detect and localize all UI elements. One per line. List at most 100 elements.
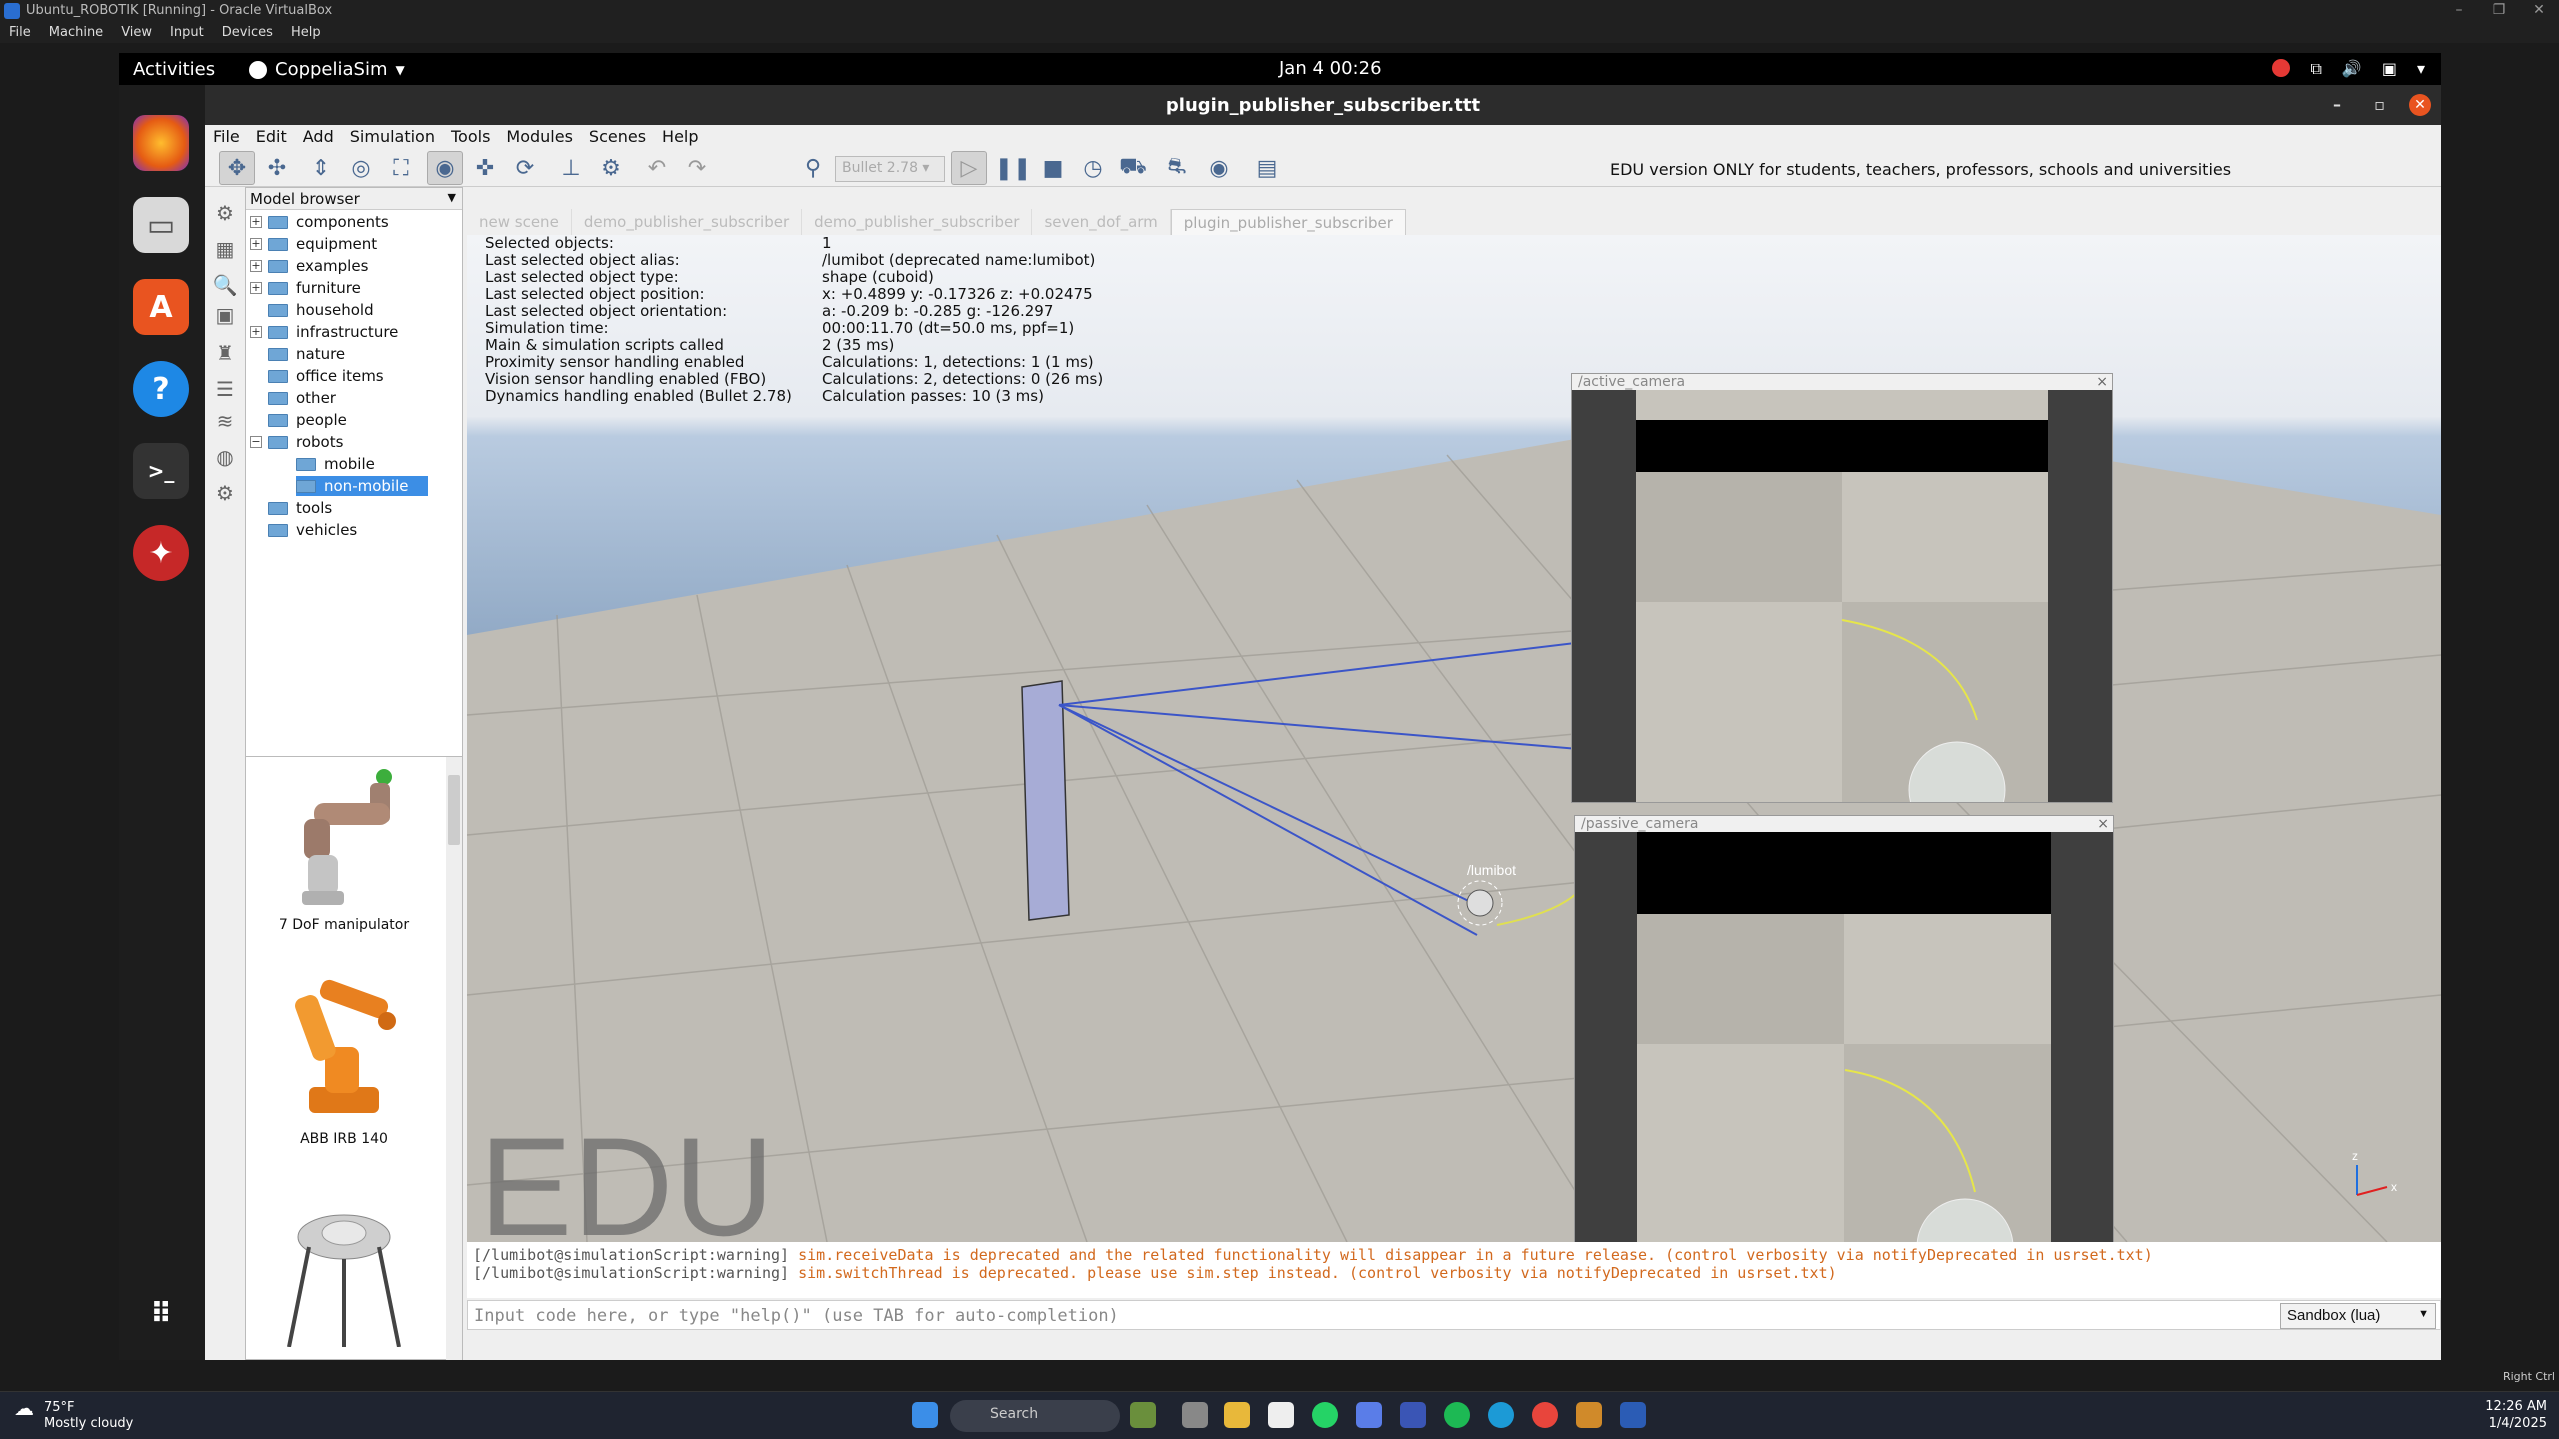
- camera-rotate-icon[interactable]: ✣: [259, 151, 295, 185]
- firefox-icon[interactable]: [133, 115, 189, 171]
- host-menu-help[interactable]: Help: [282, 25, 330, 40]
- redo-icon[interactable]: ↷: [679, 151, 715, 185]
- camera-angle-icon[interactable]: ◎: [343, 151, 379, 185]
- expand-icon[interactable]: +: [250, 216, 262, 228]
- task-view-icon[interactable]: [1182, 1402, 1208, 1428]
- pause-simulation-icon[interactable]: ❚❚: [995, 151, 1032, 185]
- tree-item-household[interactable]: household: [268, 300, 374, 320]
- terminal-icon[interactable]: >_: [133, 443, 189, 499]
- coppeliasim-dock-icon[interactable]: ✦: [133, 525, 189, 581]
- tree-item-non-mobile[interactable]: non-mobile: [296, 476, 429, 496]
- real-time-icon[interactable]: ◷: [1075, 151, 1111, 185]
- close-icon[interactable]: ×: [2097, 816, 2109, 832]
- object-shift-icon[interactable]: ✜: [467, 151, 503, 185]
- visual-studio-icon[interactable]: [1400, 1402, 1426, 1428]
- command-input[interactable]: Input code here, or type "help()" (use T…: [467, 1300, 2441, 1330]
- menu-scenes[interactable]: Scenes: [581, 127, 654, 146]
- expand-icon[interactable]: +: [250, 282, 262, 294]
- tree-item-tools[interactable]: tools: [268, 498, 332, 518]
- floating-view-titlebar[interactable]: /active_camera ×: [1572, 374, 2112, 390]
- store-icon[interactable]: [1268, 1402, 1294, 1428]
- physics-engine-select[interactable]: Bullet 2.78 ▾: [835, 156, 945, 182]
- file-explorer-icon[interactable]: [1224, 1402, 1250, 1428]
- host-menu-view[interactable]: View: [112, 25, 161, 40]
- host-menu-file[interactable]: File: [0, 25, 40, 40]
- tree-item-infrastructure[interactable]: + infrastructure: [250, 322, 398, 342]
- app-icon[interactable]: [1576, 1402, 1602, 1428]
- camera-pan-icon[interactable]: ✥: [219, 151, 255, 185]
- restore-button[interactable]: ❐: [2479, 0, 2519, 21]
- taskbar-search[interactable]: Search: [950, 1400, 1120, 1432]
- model-thumbnail[interactable]: ABB IRB 140: [246, 977, 442, 1147]
- edge-icon[interactable]: [1488, 1402, 1514, 1428]
- video-recorder-icon[interactable]: ◍: [211, 443, 239, 471]
- passive-camera-view[interactable]: /passive_camera ×: [1574, 815, 2114, 1242]
- model-thumbnail[interactable]: 7 DoF manipulator: [246, 763, 442, 933]
- menu-simulation[interactable]: Simulation: [342, 127, 443, 146]
- tree-item-nature[interactable]: nature: [268, 344, 345, 364]
- menu-file[interactable]: File: [205, 127, 248, 146]
- script-language-select[interactable]: Sandbox (lua) ▼: [2280, 1303, 2436, 1329]
- copilot-icon[interactable]: [1356, 1402, 1382, 1428]
- scrollbar-thumb[interactable]: [448, 775, 460, 845]
- system-clock[interactable]: 12:26 AM 1/4/2025: [2485, 1398, 2547, 1432]
- tab-new-scene[interactable]: new scene: [467, 209, 572, 235]
- chrome-icon[interactable]: [1532, 1402, 1558, 1428]
- tree-item-furniture[interactable]: + furniture: [250, 278, 361, 298]
- expand-icon[interactable]: +: [250, 238, 262, 250]
- tree-item-examples[interactable]: + examples: [250, 256, 368, 276]
- user-settings-icon[interactable]: ⚙: [211, 479, 239, 507]
- tree-item-equipment[interactable]: + equipment: [250, 234, 377, 254]
- collapse-icon[interactable]: −: [250, 436, 262, 448]
- model-browser-header[interactable]: Model browser ▼: [246, 188, 462, 210]
- scene-viewport[interactable]: EDU /lumibot z x Selected objects: 1 Las…: [467, 235, 2441, 1242]
- weather-widget[interactable]: ☁ 75°F Mostly cloudy: [14, 1398, 133, 1432]
- click-selection-icon[interactable]: ◉: [427, 151, 463, 185]
- tree-item-vehicles[interactable]: vehicles: [268, 520, 357, 540]
- assemble-icon[interactable]: ⊥: [553, 151, 589, 185]
- system-tray[interactable]: ⧉ 🔊 ▣ ▾: [2272, 59, 2425, 79]
- calculation-modules-icon[interactable]: ▣: [211, 301, 239, 329]
- collections-icon[interactable]: ♜: [211, 339, 239, 367]
- menu-add[interactable]: Add: [295, 127, 342, 146]
- whatsapp-icon[interactable]: [1312, 1402, 1338, 1428]
- visualization-icon[interactable]: ◉: [1201, 151, 1237, 185]
- tab-demo-publisher-subscriber[interactable]: demo_publisher_subscriber: [572, 209, 803, 235]
- menu-help[interactable]: Help: [654, 127, 706, 146]
- tree-item-components[interactable]: + components: [250, 212, 389, 232]
- speed-up-icon[interactable]: ⛐: [1159, 151, 1195, 185]
- host-menu-input[interactable]: Input: [161, 25, 213, 40]
- transfer-dna-icon[interactable]: ⚙: [593, 151, 629, 185]
- software-center-icon[interactable]: A: [133, 279, 189, 335]
- activities-button[interactable]: Activities: [133, 59, 215, 80]
- expand-icon[interactable]: +: [250, 260, 262, 272]
- fit-to-view-icon[interactable]: ⛶: [383, 151, 419, 185]
- tab-plugin-publisher-subscriber[interactable]: plugin_publisher_subscriber: [1170, 209, 1406, 235]
- widget-image-icon[interactable]: [1130, 1402, 1156, 1428]
- menu-edit[interactable]: Edit: [248, 127, 295, 146]
- start-simulation-icon[interactable]: ▷: [951, 151, 987, 185]
- top-bar-clock[interactable]: Jan 4 00:26: [1279, 58, 1382, 79]
- tree-item-office-items[interactable]: office items: [268, 366, 384, 386]
- spotify-icon[interactable]: [1444, 1402, 1470, 1428]
- tree-item-other[interactable]: other: [268, 388, 336, 408]
- close-button[interactable]: ✕: [2519, 0, 2559, 21]
- object-rotate-icon[interactable]: ⟳: [507, 151, 543, 185]
- menu-modules[interactable]: Modules: [498, 127, 581, 146]
- object-properties-icon[interactable]: ▦: [211, 235, 239, 263]
- host-menu-machine[interactable]: Machine: [40, 25, 112, 40]
- tree-item-robots[interactable]: − robots: [250, 432, 343, 452]
- active-camera-view[interactable]: /active_camera ×: [1571, 373, 2113, 839]
- app-menu[interactable]: CoppeliaSim ▼: [249, 59, 405, 80]
- dynamics-toggle-icon[interactable]: ⚲: [795, 151, 831, 185]
- slow-down-icon[interactable]: ⛟: [1115, 151, 1151, 185]
- expand-icon[interactable]: +: [250, 326, 262, 338]
- app-maximize-button[interactable]: ▫: [2374, 95, 2385, 114]
- show-apps-icon[interactable]: ⠿: [133, 1285, 189, 1341]
- camera-shift-icon[interactable]: ⇕: [303, 151, 339, 185]
- start-icon[interactable]: [912, 1402, 938, 1428]
- files-icon[interactable]: ▭: [133, 197, 189, 253]
- search-icon[interactable]: 🔍: [211, 271, 239, 299]
- undo-icon[interactable]: ↶: [639, 151, 675, 185]
- app-minimize-button[interactable]: –: [2333, 95, 2341, 114]
